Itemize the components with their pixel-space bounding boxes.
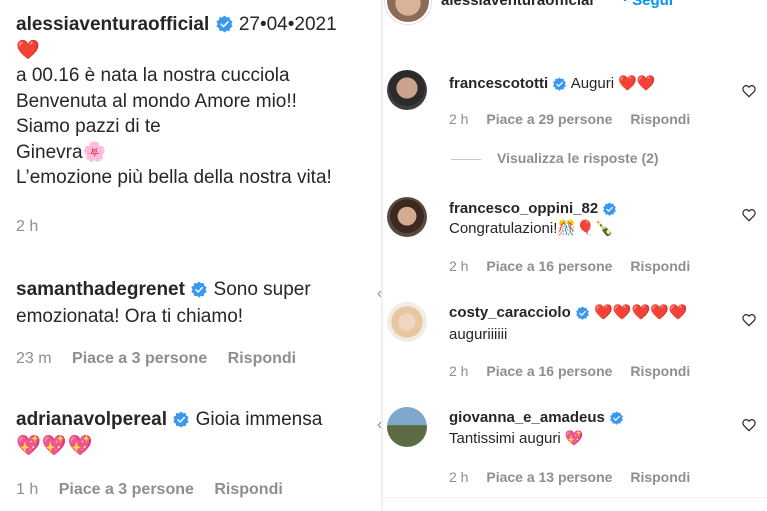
more-icon[interactable]: ··· [731, 0, 754, 9]
verified-badge-icon [173, 411, 190, 428]
comment: adrianavolpereal Gioia immensa 💖💖💖 [16, 406, 376, 460]
caption-line: L’emozione più bella della nostra vita! [16, 167, 332, 188]
caption-line: Benvenuta al mondo Amore mio!! [16, 90, 297, 112]
verified-badge-icon [610, 410, 623, 425]
verified-badge-icon [603, 201, 617, 216]
avatar[interactable] [385, 0, 431, 24]
reply-button[interactable]: Rispondi [630, 258, 690, 274]
post-caption: alessiaventuraofficial 27•04•2021 ❤️ a 0… [16, 12, 382, 191]
follow-button[interactable]: · Segui [623, 0, 673, 9]
reply-button[interactable]: Rispondi [630, 469, 690, 485]
caption-line: Siamo pazzi di te [16, 116, 161, 137]
verified-badge-icon [553, 76, 567, 91]
comment-time: 2 h [449, 111, 469, 127]
caption-line: Ginevra🌸 [16, 141, 107, 163]
heart-outline-icon[interactable] [741, 417, 757, 433]
comment-time: 2 h [449, 363, 469, 379]
comment-username[interactable]: giovanna_e_amadeus [449, 409, 605, 426]
reply-button[interactable]: Rispondi [630, 363, 690, 379]
reply-button[interactable]: Rispondi [214, 481, 282, 498]
avatar[interactable] [387, 302, 427, 342]
comment-text: ❤️❤️❤️❤️❤️ [594, 304, 688, 321]
comment: francescototti Auguri ❤️❤️ [449, 74, 656, 94]
header-username[interactable]: alessiaventuraofficial [441, 0, 594, 9]
comment-time: 2 h [449, 258, 469, 274]
reply-button[interactable]: Rispondi [630, 111, 690, 127]
comment-text: Gioia immensa [195, 409, 323, 430]
caption-timestamp: 2 h [16, 218, 39, 235]
view-replies-label[interactable]: Visualizza le risposte (2) [497, 150, 659, 166]
comment-likes-link[interactable]: Piace a 16 persone [486, 363, 612, 379]
comment-likes-link[interactable]: Piace a 3 persone [59, 481, 194, 498]
verified-badge-icon [576, 305, 589, 320]
comment-likes-link[interactable]: Piace a 13 persone [486, 469, 612, 485]
view-replies-button[interactable]: Visualizza le risposte (2) [451, 150, 659, 166]
caption-heart: ❤️ [16, 39, 40, 61]
left-screenshot-pane: alessiaventuraofficial 27•04•2021 ❤️ a 0… [0, 0, 382, 511]
heart-outline-icon[interactable] [741, 312, 757, 328]
divider-line [451, 158, 481, 160]
comment-meta: 1 h Piace a 3 persone Rispondi [16, 481, 299, 499]
comment-likes-link[interactable]: Piace a 3 persone [72, 350, 207, 367]
comment: samanthadegrenet Sono super emozionata! … [16, 276, 376, 330]
right-screenshot-pane: alessiaventuraofficial · Segui ··· franc… [383, 0, 767, 511]
comment-text: Congratulazioni!🎊🎈🍾 [449, 220, 614, 237]
avatar[interactable] [387, 197, 427, 237]
comment-meta: 2 h Piace a 13 persone Rispondi [449, 469, 704, 485]
comment: francesco_oppini_82 [449, 199, 617, 219]
heart-outline-icon[interactable] [741, 207, 757, 223]
comment: giovanna_e_amadeus [449, 408, 624, 428]
comment-time: 2 h [449, 469, 469, 485]
verified-badge-icon [191, 281, 207, 298]
comment-likes-link[interactable]: Piace a 29 persone [486, 111, 612, 127]
comment-username[interactable]: samanthadegrenet [16, 279, 185, 300]
comment-emoji: 💖💖💖 [16, 435, 94, 457]
comment-meta: 2 h Piace a 29 persone Rispondi [449, 111, 704, 127]
caption-date: 27•04•2021 [238, 14, 337, 35]
divider-line [383, 497, 767, 498]
comment-username[interactable]: francesco_oppini_82 [449, 200, 598, 217]
comment-text: auguriiiiii [449, 326, 508, 343]
comment-time: 1 h [16, 481, 39, 498]
comment-meta: 2 h Piace a 16 persone Rispondi [449, 258, 704, 274]
comment-text: Tantissimi auguri 💖 [449, 430, 584, 447]
reply-button[interactable]: Rispondi [228, 350, 296, 367]
comment-meta: 23 m Piace a 3 persone Rispondi [16, 350, 312, 368]
comment-meta: 2 h Piace a 16 persone Rispondi [449, 363, 704, 379]
comment-time: 23 m [16, 350, 52, 367]
caption-username[interactable]: alessiaventuraofficial [16, 14, 209, 35]
comment-text: Auguri ❤️❤️ [570, 75, 656, 92]
caption-line: a 00.16 è nata la nostra cucciola [16, 65, 290, 86]
avatar[interactable] [387, 70, 427, 110]
comment: costy_caracciolo ❤️❤️❤️❤️❤️ [449, 303, 687, 323]
comment-likes-link[interactable]: Piace a 16 persone [486, 258, 612, 274]
verified-badge-icon [215, 15, 233, 34]
comment-text: Sono super [213, 279, 311, 300]
comment-text: emozionata! Ora ti chiamo! [16, 306, 244, 327]
comment-username[interactable]: adrianavolpereal [16, 409, 167, 430]
heart-outline-icon[interactable] [741, 83, 757, 99]
avatar[interactable] [387, 407, 427, 447]
comment-username[interactable]: costy_caracciolo [449, 304, 571, 321]
comment-username[interactable]: francescototti [449, 75, 548, 92]
